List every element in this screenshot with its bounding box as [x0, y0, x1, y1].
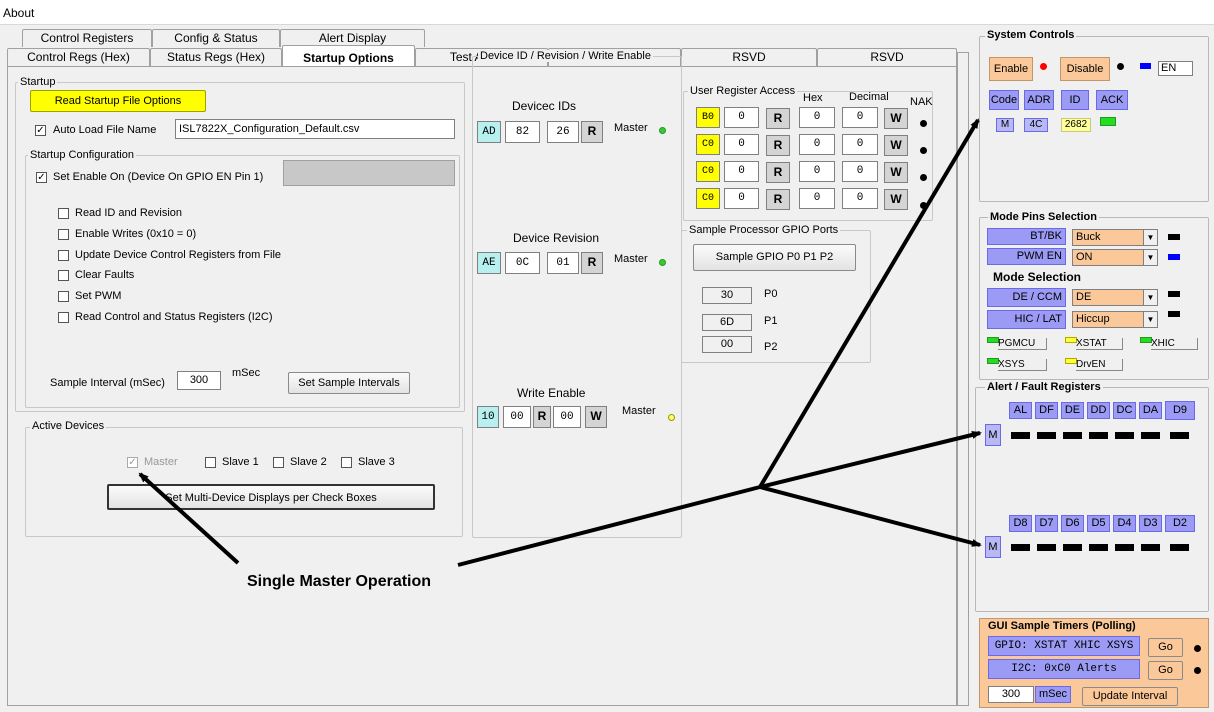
arrow-to-alert-row1	[759, 431, 982, 489]
arrow-to-master	[138, 472, 240, 565]
arrow-to-alert-row2	[759, 485, 982, 547]
arrow-stem	[457, 485, 761, 567]
annotation-label: Single Master Operation	[247, 573, 432, 590]
annotation-arrows	[138, 118, 982, 567]
arrow-to-system-controls	[758, 118, 980, 489]
